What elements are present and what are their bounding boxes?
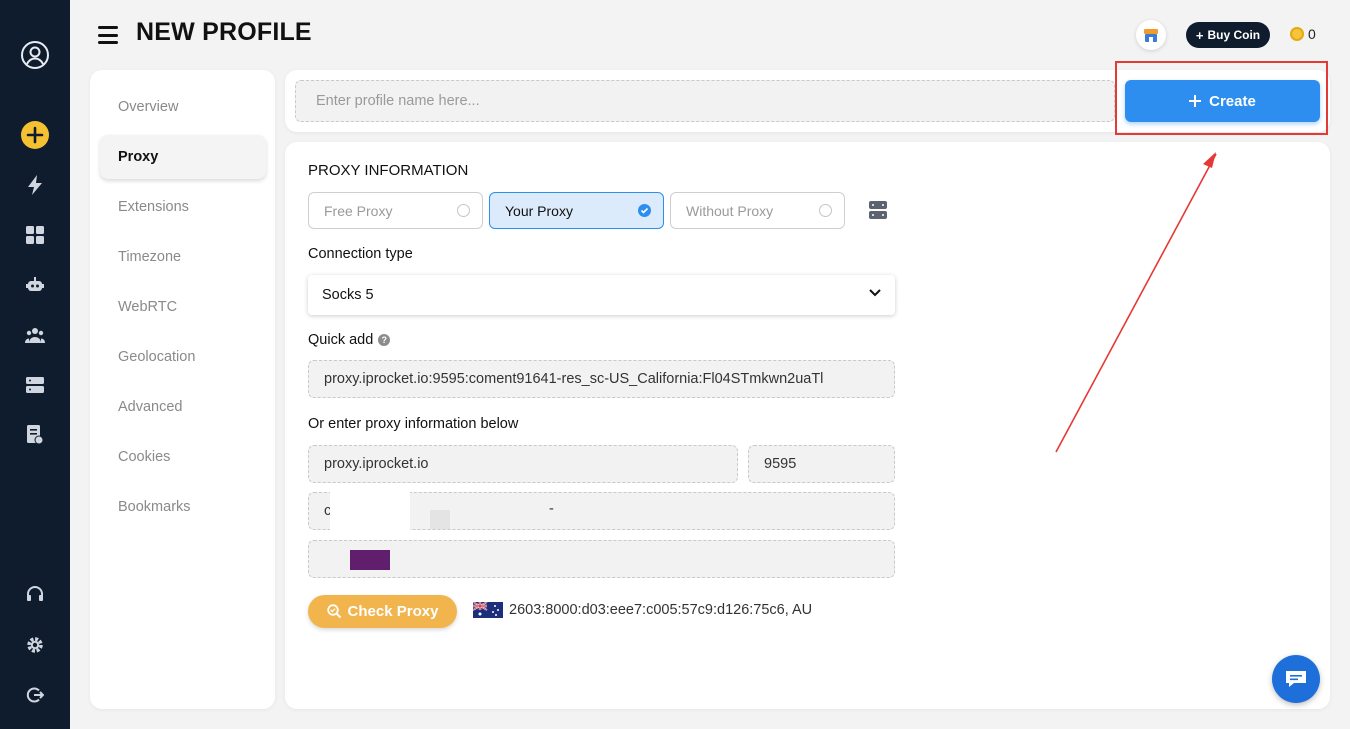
radio-icon	[819, 204, 832, 217]
quick-add-label: Quick add	[308, 332, 374, 348]
coin-icon	[1290, 27, 1304, 41]
quick-add-label-row: Quick add?	[308, 332, 391, 348]
sidebar-item-cookies[interactable]: Cookies	[100, 435, 266, 479]
proxy-option-label: Free Proxy	[324, 202, 393, 219]
user-account-icon[interactable]	[20, 40, 50, 70]
dashboard-grid-icon[interactable]	[22, 222, 48, 248]
redaction-block	[350, 550, 390, 570]
sidebar-item-overview[interactable]: Overview	[100, 85, 266, 129]
sidebar-item-advanced[interactable]: Advanced	[100, 385, 266, 429]
left-rail	[0, 0, 70, 729]
check-proxy-button[interactable]: Check Proxy	[308, 595, 457, 628]
lightning-icon[interactable]	[22, 172, 48, 198]
proxy-option-label: Your Proxy	[505, 202, 573, 219]
connection-type-select[interactable]: Socks 5	[308, 275, 895, 315]
store-icon	[1144, 29, 1158, 42]
chat-bubble-icon	[1286, 671, 1306, 687]
support-headset-icon[interactable]	[22, 582, 48, 608]
proxy-host-input[interactable]: proxy.iprocket.io	[308, 445, 738, 483]
robot-icon[interactable]	[22, 272, 48, 298]
settings-gear-icon[interactable]	[22, 632, 48, 658]
buy-coin-label: Buy Coin	[1207, 28, 1261, 42]
proxy-port-value: 9595	[764, 456, 797, 472]
sidebar-item-bookmarks[interactable]: Bookmarks	[100, 485, 266, 529]
logout-icon[interactable]	[22, 682, 48, 708]
billing-document-icon[interactable]	[22, 422, 48, 448]
quick-add-value: proxy.iprocket.io:9595:coment91641-res_s…	[324, 371, 824, 387]
coin-balance: 0	[1290, 26, 1316, 42]
proxy-option-without[interactable]: Without Proxy	[670, 192, 845, 229]
quick-add-input[interactable]: proxy.iprocket.io:9595:coment91641-res_s…	[308, 360, 895, 398]
proxy-option-your[interactable]: Your Proxy	[489, 192, 664, 229]
coin-count: 0	[1308, 26, 1316, 42]
proxy-password-input[interactable]	[308, 540, 895, 578]
proxy-check-result-text: 2603:8000:d03:eee7:c005:57c9:d126:75c6, …	[509, 602, 813, 618]
proxy-check-result: 2603:8000:d03:eee7:c005:57c9:d126:75c6, …	[473, 602, 812, 618]
server-icon[interactable]	[22, 372, 48, 398]
plus-icon: +	[1195, 27, 1204, 43]
annotation-highlight-box	[1115, 61, 1328, 135]
proxy-host-value: proxy.iprocket.io	[324, 456, 429, 472]
sidebar-item-timezone[interactable]: Timezone	[100, 235, 266, 279]
store-button[interactable]	[1136, 20, 1166, 50]
proxy-username-value-mid: -	[549, 501, 554, 517]
sidebar-item-proxy[interactable]: Proxy	[100, 135, 266, 179]
radio-icon	[457, 204, 470, 217]
proxy-option-label: Without Proxy	[686, 202, 774, 219]
sidebar-item-extensions[interactable]: Extensions	[100, 185, 266, 229]
chevron-down-icon	[869, 289, 881, 297]
proxy-list-server-icon[interactable]	[869, 201, 887, 219]
team-users-icon[interactable]	[22, 322, 48, 348]
connection-type-label: Connection type	[308, 246, 413, 262]
settings-sidebar: Overview Proxy Extensions Timezone WebRT…	[90, 70, 275, 709]
proxy-port-input[interactable]: 9595	[748, 445, 895, 483]
sidebar-item-webrtc[interactable]: WebRTC	[100, 285, 266, 329]
sidebar-item-geolocation[interactable]: Geolocation	[100, 335, 266, 379]
profile-name-input[interactable]	[295, 80, 1115, 122]
proxy-option-free[interactable]: Free Proxy	[308, 192, 483, 229]
check-circle-icon	[638, 204, 651, 217]
check-proxy-label: Check Proxy	[347, 603, 439, 620]
manual-entry-label: Or enter proxy information below	[308, 416, 519, 432]
page-title: NEW PROFILE	[136, 18, 312, 46]
menu-hamburger-icon[interactable]	[98, 26, 118, 44]
proxy-section-title: PROXY INFORMATION	[308, 162, 469, 179]
australia-flag-icon	[473, 602, 503, 618]
connection-type-value: Socks 5	[322, 287, 374, 303]
annotation-arrow	[1055, 152, 1217, 453]
buy-coin-button[interactable]: + Buy Coin	[1186, 22, 1270, 48]
redaction-block	[430, 510, 450, 529]
live-chat-button[interactable]	[1272, 655, 1320, 703]
help-question-icon[interactable]: ?	[378, 334, 391, 347]
add-profile-icon[interactable]	[20, 120, 50, 150]
search-check-icon	[326, 604, 341, 619]
